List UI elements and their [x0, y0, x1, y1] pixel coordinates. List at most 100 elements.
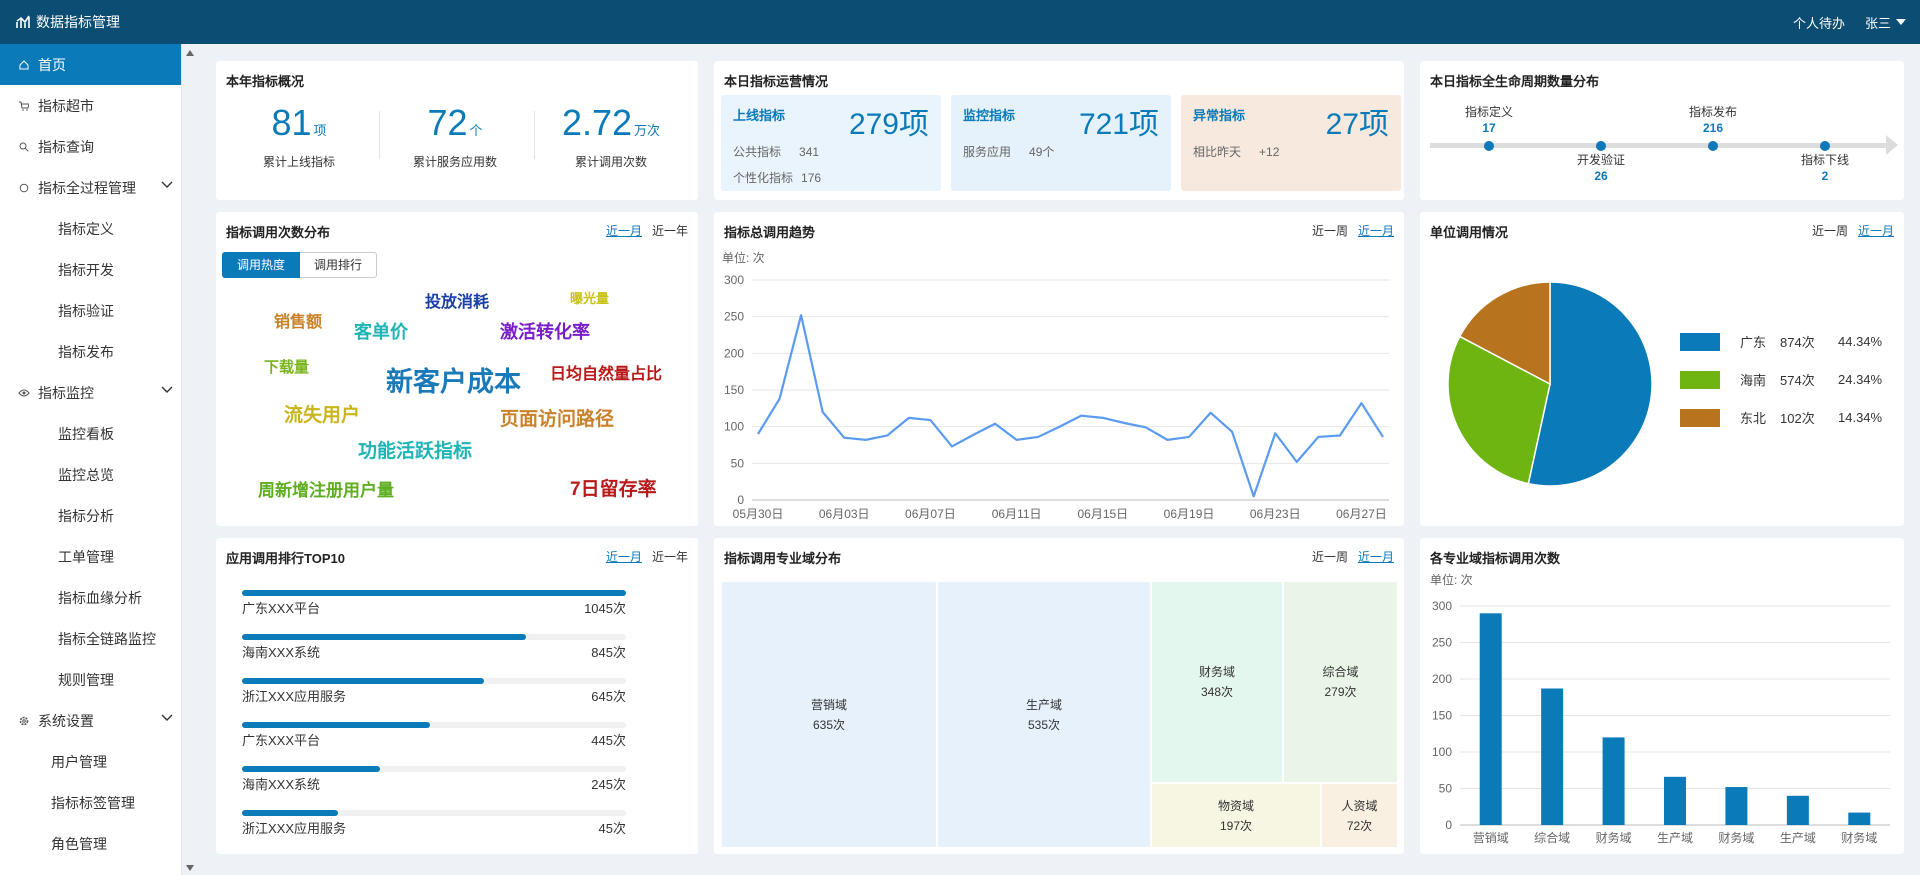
treemap-value: 535次: [1027, 717, 1061, 732]
sidebar-item-query[interactable]: 指标查询: [0, 126, 181, 167]
ops-monitor-box: 监控指标 721项 服务应用 49个: [951, 95, 1171, 191]
word-tag[interactable]: 激活转化率: [500, 318, 590, 344]
x-tick-label: 财务域: [1596, 830, 1632, 845]
range-month[interactable]: 近一月: [606, 548, 642, 565]
ranking-item[interactable]: 浙江XXX应用服务 645次: [242, 678, 626, 704]
ranking-item[interactable]: 广东XXX平台 445次: [242, 722, 626, 748]
sidebar-item-board[interactable]: 监控看板: [0, 413, 181, 454]
sidebar-item-tickets[interactable]: 工单管理: [0, 536, 181, 577]
overview-value: 72: [427, 102, 468, 143]
word-tag[interactable]: 功能活跃指标: [358, 436, 472, 463]
word-tag[interactable]: 销售额: [274, 308, 322, 332]
y-tick-label: 150: [1432, 709, 1452, 723]
ops-row: 个性化指标 176: [733, 169, 821, 186]
sidebar-item-market[interactable]: 指标超市: [0, 85, 181, 126]
ranking-item[interactable]: 海南XXX系统 845次: [242, 634, 626, 660]
treemap-cell-general[interactable]: 综合域 279次: [1284, 582, 1397, 782]
tab-heat[interactable]: 调用热度: [222, 252, 301, 278]
word-tag[interactable]: 流失用户: [284, 400, 360, 427]
overview-unit: 项: [313, 123, 327, 138]
word-tag[interactable]: 页面访问路径: [500, 404, 614, 431]
treemap-name: 综合域: [1322, 665, 1359, 679]
legend-count: 874次: [1780, 335, 1815, 350]
cycle-icon: [18, 182, 30, 194]
treemap-cell-production[interactable]: 生产域 535次: [938, 582, 1150, 847]
sidebar-item-publish[interactable]: 指标发布: [0, 331, 181, 372]
ranking-bar-fill: [242, 590, 626, 596]
word-tag[interactable]: 投放消耗: [425, 288, 489, 312]
sidebar-item-roles[interactable]: 角色管理: [0, 823, 181, 864]
treemap-cell-finance[interactable]: 财务域 348次: [1152, 582, 1282, 782]
word-tag[interactable]: 曝光量: [570, 288, 609, 307]
legend-swatch: [1680, 408, 1720, 427]
lifecycle-label: 指标发布: [1688, 105, 1737, 119]
range-month[interactable]: 近一月: [1358, 548, 1394, 565]
y-tick-label: 0: [737, 493, 744, 507]
legend-row[interactable]: 东北 102次 14.34%: [1680, 408, 1882, 427]
sidebar-item-system[interactable]: 系统设置: [0, 700, 181, 741]
scroll-down-icon[interactable]: [186, 865, 194, 871]
sidebar-item-users[interactable]: 用户管理: [0, 741, 181, 782]
sidebar-item-lineage[interactable]: 指标血缘分析: [0, 577, 181, 618]
lifecycle-dot: [1484, 141, 1494, 151]
lifecycle-value: 216: [1702, 121, 1724, 135]
tab-rank[interactable]: 调用排行: [300, 252, 378, 278]
lifecycle-dot: [1596, 141, 1606, 151]
sidebar-item-tags[interactable]: 指标标签管理: [0, 782, 181, 823]
ranking-item[interactable]: 浙江XXX应用服务 45次: [242, 810, 626, 836]
scroll-up-icon[interactable]: [186, 50, 194, 56]
range-month[interactable]: 近一月: [606, 222, 642, 239]
legend-pct: 44.34%: [1838, 334, 1883, 349]
word-tag[interactable]: 下载量: [264, 356, 309, 377]
unit-pie-chart: [1447, 281, 1653, 487]
ops-row-value: 341: [799, 145, 820, 159]
x-tick-label: 06月07日: [905, 507, 956, 521]
treemap-cell-material[interactable]: 物资域 197次: [1152, 784, 1320, 847]
word-tag[interactable]: 日均自然量占比: [550, 360, 662, 384]
legend-row[interactable]: 广东 874次 44.34%: [1680, 332, 1882, 351]
sidebar-item-verify[interactable]: 指标验证: [0, 290, 181, 331]
sidebar-scrollbar[interactable]: [184, 44, 196, 875]
range-year[interactable]: 近一年: [652, 548, 688, 565]
legend-row[interactable]: 海南 574次 24.34%: [1680, 370, 1882, 389]
sidebar-item-label: 指标超市: [38, 97, 94, 114]
sidebar-item-define[interactable]: 指标定义: [0, 208, 181, 249]
word-tag[interactable]: 7日留存率: [570, 474, 657, 501]
treemap-cell-marketing[interactable]: 营销域 635次: [722, 582, 936, 847]
treemap-cell-hr[interactable]: 人资域 72次: [1322, 784, 1397, 847]
x-tick-label: 06月03日: [819, 507, 870, 521]
sidebar-item-analysis[interactable]: 指标分析: [0, 495, 181, 536]
word-tag[interactable]: 周新增注册用户量: [258, 476, 394, 501]
ops-row: 公共指标 341: [733, 143, 819, 160]
sidebar-item-lifecycle[interactable]: 指标全过程管理: [0, 167, 181, 208]
sidebar-item-overview[interactable]: 监控总览: [0, 454, 181, 495]
word-tag[interactable]: 客单价: [354, 318, 408, 344]
sidebar-item-fulllink[interactable]: 指标全链路监控: [0, 618, 181, 659]
app-brand[interactable]: 数据指标管理: [0, 12, 120, 32]
range-month[interactable]: 近一月: [1858, 222, 1894, 239]
ranking-item[interactable]: 海南XXX系统 245次: [242, 766, 626, 792]
unit-calls-card: 单位调用情况 近一周 近一月 广东 874次 44.34% 海南 574次 24…: [1420, 212, 1904, 526]
range-switch: 近一月 近一年: [596, 548, 688, 565]
sidebar-item-label: 系统设置: [38, 712, 94, 729]
sidebar-item-monitor[interactable]: 指标监控: [0, 372, 181, 413]
treemap-value: 197次: [1219, 818, 1253, 833]
user-menu[interactable]: 张三: [1865, 13, 1906, 32]
ops-row-value: +12: [1259, 145, 1280, 159]
range-week[interactable]: 近一周: [1812, 222, 1848, 239]
sidebar-item-develop[interactable]: 指标开发: [0, 249, 181, 290]
x-tick-label: 06月19日: [1164, 507, 1215, 521]
sidebar-item-label: 指标查询: [38, 138, 94, 155]
ops-monitor-name: 监控指标: [963, 108, 1016, 123]
range-week[interactable]: 近一周: [1312, 548, 1348, 565]
sidebar-item-rules[interactable]: 规则管理: [0, 659, 181, 700]
ranking-item[interactable]: 广东XXX平台 1045次: [242, 590, 626, 616]
ranking-card: 应用调用排行TOP10 近一月 近一年 广东XXX平台 1045次 海南XXX系统 8…: [216, 538, 698, 854]
legend-count: 102次: [1780, 411, 1815, 426]
sidebar-item-home[interactable]: 首页: [0, 44, 181, 85]
ranking-value: 1045次: [584, 601, 626, 616]
x-tick-label: 综合域: [1534, 830, 1570, 845]
todo-link[interactable]: 个人待办: [1793, 13, 1845, 32]
range-year[interactable]: 近一年: [652, 222, 688, 239]
word-tag[interactable]: 新客户成本: [386, 360, 521, 399]
